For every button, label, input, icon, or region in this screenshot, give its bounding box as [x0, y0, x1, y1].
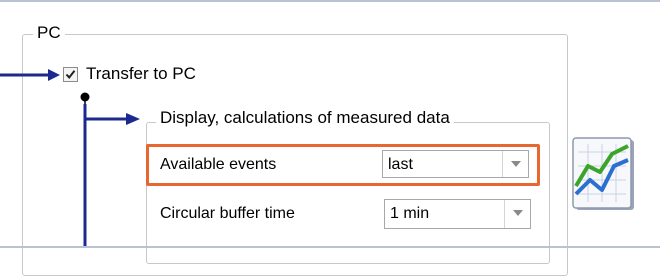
branch-arrow-head — [126, 113, 140, 125]
available-events-dropdown-button[interactable] — [502, 151, 528, 177]
circular-buffer-time-dropdown[interactable]: 1 min — [384, 199, 531, 229]
incoming-arrow-head — [48, 69, 60, 81]
circular-buffer-time-dropdown-button[interactable] — [504, 200, 530, 228]
available-events-dropdown[interactable]: last — [382, 150, 529, 178]
circular-buffer-time-row: Circular buffer time 1 min — [150, 197, 536, 231]
circular-buffer-time-value: 1 min — [390, 205, 430, 222]
chevron-down-icon — [513, 210, 523, 216]
chevron-down-icon — [511, 161, 521, 167]
available-events-row: Available events last — [150, 148, 536, 182]
available-events-value: last — [388, 156, 413, 173]
transfer-to-pc-label[interactable]: Transfer to PC — [86, 64, 196, 84]
available-events-label: Available events — [160, 156, 277, 173]
line-chart-icon — [572, 137, 634, 210]
dialog-panel: PC Display, calculations of measured dat… — [0, 0, 660, 276]
circular-buffer-time-label: Circular buffer time — [160, 205, 295, 222]
transfer-to-pc-checkbox[interactable] — [63, 67, 78, 82]
check-icon — [65, 70, 76, 80]
